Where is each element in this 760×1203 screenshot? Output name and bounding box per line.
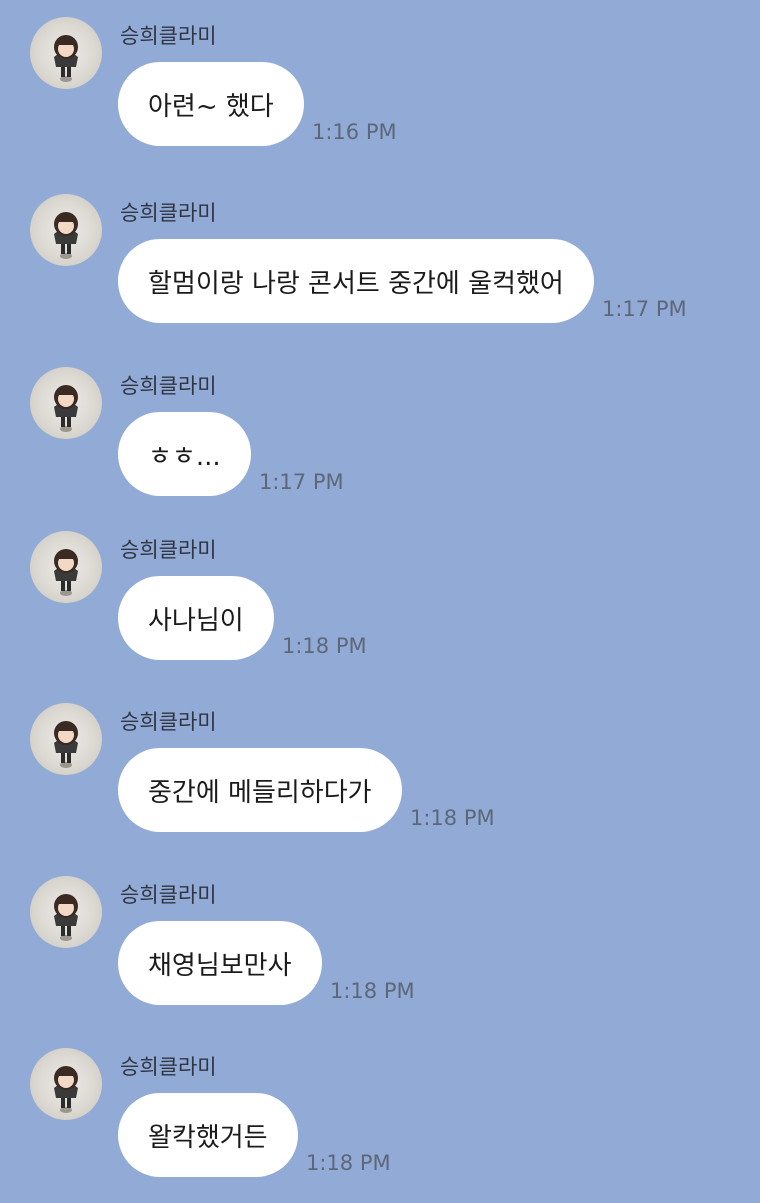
message-bubble[interactable]: 할멈이랑 나랑 콘서트 중간에 울컥했어 — [118, 239, 594, 323]
avatar-person-icon — [54, 894, 78, 941]
message-timestamp: 1:17 PM — [602, 297, 687, 321]
avatar-person-icon — [54, 721, 78, 768]
sender-name: 승희클라미 — [120, 201, 217, 225]
avatar-person-icon — [54, 1066, 78, 1113]
message-timestamp: 1:18 PM — [306, 1151, 391, 1175]
sender-name: 승희클라미 — [120, 710, 217, 734]
message-timestamp: 1:18 PM — [330, 979, 415, 1003]
message-row: 승희클라미 중간에 메들리하다가 1:18 PM — [0, 686, 760, 858]
message-bubble[interactable]: 아련~ 했다 — [118, 62, 304, 146]
sender-avatar[interactable] — [30, 194, 102, 266]
avatar-person-icon — [54, 212, 78, 259]
sender-avatar[interactable] — [30, 17, 102, 89]
message-bubble[interactable]: 채영님보만사 — [118, 921, 322, 1005]
message-timestamp: 1:18 PM — [410, 806, 495, 830]
sender-name: 승희클라미 — [120, 883, 217, 907]
avatar-person-icon — [54, 385, 78, 432]
message-bubble[interactable]: 사나님이 — [118, 576, 274, 660]
message-bubble[interactable]: 왈칵했거든 — [118, 1093, 298, 1177]
chat-message-list[interactable]: 승희클라미 아련~ 했다 1:16 PM 승희클라미 할멈이랑 나랑 콘서트 중… — [0, 0, 760, 1200]
message-row: 승희클라미 아련~ 했다 1:16 PM — [0, 0, 760, 172]
message-row: 승희클라미 채영님보만사 1:18 PM — [0, 859, 760, 1031]
message-timestamp: 1:16 PM — [312, 120, 397, 144]
avatar-person-icon — [54, 549, 78, 596]
message-row: 승희클라미 할멈이랑 나랑 콘서트 중간에 울컥했어 1:17 PM — [0, 177, 760, 349]
sender-name: 승희클라미 — [120, 374, 217, 398]
avatar-person-icon — [54, 35, 78, 82]
message-timestamp: 1:18 PM — [282, 634, 367, 658]
message-bubble[interactable]: ㅎㅎ... — [118, 412, 251, 496]
sender-avatar[interactable] — [30, 1048, 102, 1120]
sender-name: 승희클라미 — [120, 24, 217, 48]
message-timestamp: 1:17 PM — [259, 470, 344, 494]
message-bubble[interactable]: 중간에 메들리하다가 — [118, 748, 402, 832]
sender-name: 승희클라미 — [120, 538, 217, 562]
sender-avatar[interactable] — [30, 876, 102, 948]
sender-name: 승희클라미 — [120, 1055, 217, 1079]
sender-avatar[interactable] — [30, 367, 102, 439]
sender-avatar[interactable] — [30, 531, 102, 603]
sender-avatar[interactable] — [30, 703, 102, 775]
message-row: 승희클라미 ㅎㅎ... 1:17 PM — [0, 350, 760, 522]
message-row: 승희클라미 사나님이 1:18 PM — [0, 514, 760, 686]
message-row: 승희클라미 왈칵했거든 1:18 PM — [0, 1031, 760, 1203]
